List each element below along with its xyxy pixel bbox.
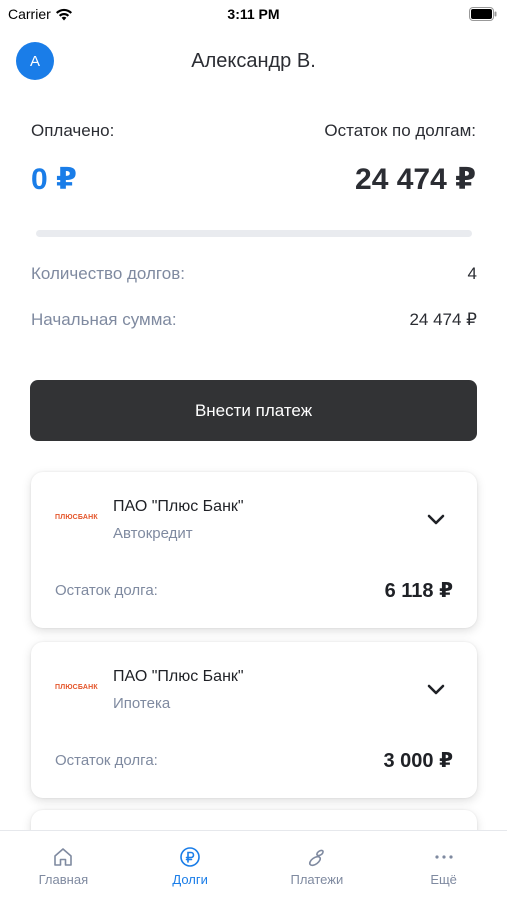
initial-sum-label: Начальная сумма: [31, 310, 177, 329]
tab-debts-label: Долги [172, 872, 208, 887]
user-name: Александр В. [191, 50, 316, 72]
payment-progress-bar [36, 230, 472, 237]
header: A Александр В. [0, 42, 507, 82]
battery-icon [469, 7, 497, 24]
clock: 3:11 PM [227, 6, 280, 22]
debt-remaining-value: 6 118 ₽ [384, 580, 453, 602]
bank-name: ПАО "Плюс Банк" [113, 498, 244, 515]
status-bar: Carrier 3:11 PM [0, 0, 507, 30]
debt-remaining-label: Остаток долга: [55, 752, 158, 769]
initial-sum-value: 24 474 ₽ [409, 310, 477, 329]
debt-count-value: 4 [467, 264, 477, 283]
bank-logo: ПЛЮСБАНК [55, 684, 98, 691]
debt-remaining-label: Остаток долга: [55, 582, 158, 599]
debt-type: Автокредит [113, 525, 193, 542]
tab-debts[interactable]: Долги [127, 831, 254, 900]
payments-icon [306, 845, 328, 869]
tab-more[interactable]: Ещё [380, 831, 507, 900]
paid-value: 0 ₽ [31, 163, 77, 196]
remaining-label: Остаток по долгам: [324, 121, 476, 140]
tab-payments[interactable]: Платежи [254, 831, 381, 900]
ruble-icon [179, 845, 201, 869]
paid-label: Оплачено: [31, 121, 115, 140]
tab-home[interactable]: Главная [0, 831, 127, 900]
more-icon [433, 845, 455, 869]
bank-logo: ПЛЮСБАНК [55, 514, 98, 521]
debt-card[interactable]: ПЛЮСБАНК ПАО "Плюс Банк" Автокредит Оста… [31, 472, 477, 628]
home-icon [52, 845, 74, 869]
make-payment-button[interactable]: Внести платеж [30, 380, 477, 441]
tab-more-label: Ещё [430, 872, 457, 887]
tab-payments-label: Платежи [290, 872, 344, 887]
debt-count-label: Количество долгов: [31, 264, 185, 283]
debt-type: Ипотека [113, 695, 171, 712]
remaining-value: 24 474 ₽ [355, 163, 476, 196]
chevron-down-icon[interactable] [425, 508, 447, 530]
tab-bar: Главная Долги Платежи Ещё [0, 830, 507, 900]
tab-home-label: Главная [38, 872, 89, 887]
debt-remaining-value: 3 000 ₽ [383, 750, 453, 772]
chevron-down-icon[interactable] [425, 678, 447, 700]
debt-card[interactable]: ПЛЮСБАНК ПАО "Плюс Банк" Ипотека Остаток… [31, 642, 477, 798]
bank-name: ПАО "Плюс Банк" [113, 668, 244, 685]
